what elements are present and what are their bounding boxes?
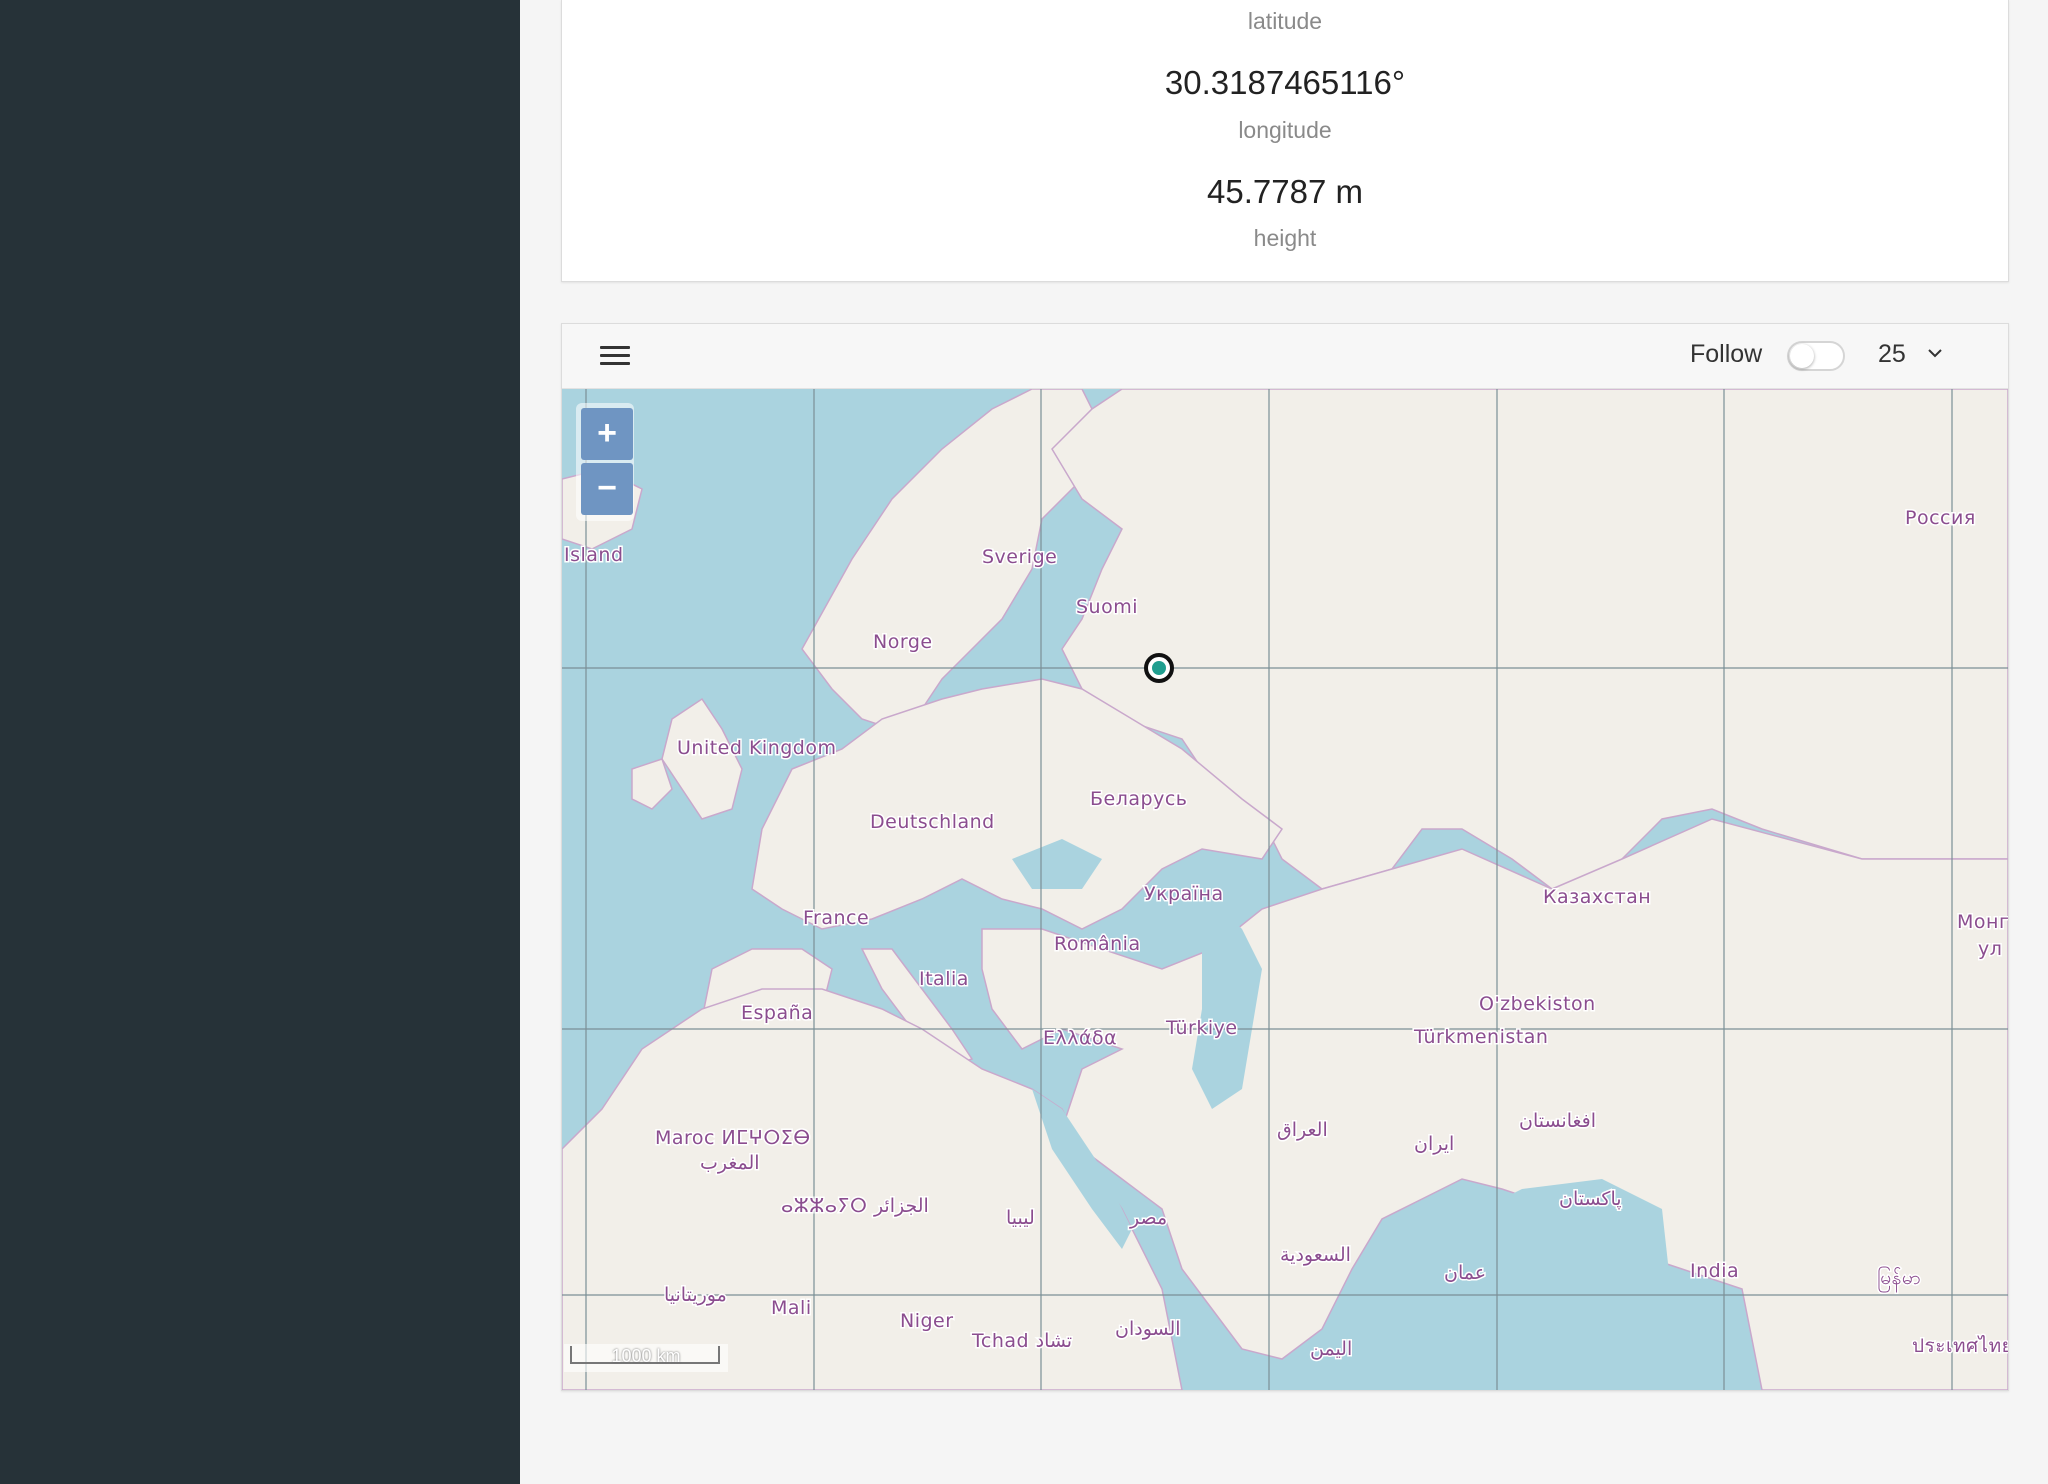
label-ukraina: Україна	[1144, 883, 1224, 905]
label-turkiye: Türkiye	[1165, 1017, 1238, 1039]
hamburger-menu-icon[interactable]	[600, 344, 632, 368]
zoom-out-button[interactable]: −	[581, 463, 633, 515]
label-uk: United Kingdom	[677, 737, 837, 759]
zoom-level-select[interactable]: 25	[1878, 338, 1958, 374]
scale-text: 1000 km	[611, 1346, 681, 1366]
height-label: height	[1253, 225, 1317, 251]
label-turkmenistan: Türkmenistan	[1413, 1026, 1548, 1048]
zoom-level-value: 25	[1878, 340, 1906, 368]
chevron-down-icon	[1928, 349, 1942, 358]
sidebar	[0, 0, 520, 1484]
label-mali: Mali	[771, 1297, 812, 1319]
label-yemen: اليمن	[1310, 1338, 1352, 1360]
label-mauritania: موريتانيا	[664, 1284, 727, 1306]
label-island: Island	[564, 544, 624, 566]
label-india: India	[1690, 1260, 1739, 1282]
label-egypt: مصر	[1129, 1207, 1167, 1229]
label-sverige: Sverige	[982, 546, 1057, 568]
label-suomi: Suomi	[1076, 596, 1138, 618]
label-mongolia: Монг	[1957, 911, 2008, 933]
latitude-label: latitude	[1247, 8, 1323, 34]
label-maghreb: المغرب	[700, 1152, 760, 1174]
map-tiles[interactable]: Island Sverige Suomi Norge Россия United…	[562, 389, 2008, 1390]
label-libya: ليبيا	[1006, 1207, 1035, 1229]
map-view[interactable]: Island Sverige Suomi Norge Россия United…	[562, 389, 2008, 1390]
label-romania: România	[1054, 933, 1141, 955]
label-algeria: ⴰⵣⵣⴰⵢⵔ الجزائر	[781, 1195, 929, 1217]
label-iraq: العراق	[1277, 1119, 1328, 1141]
label-iran: ایران	[1414, 1133, 1454, 1155]
label-italia: Italia	[919, 968, 969, 990]
label-ellada: Ελλάδα	[1043, 1027, 1117, 1049]
longitude-label: longitude	[1238, 117, 1332, 143]
label-espana: España	[741, 1002, 813, 1024]
label-kazakhstan: Казахстан	[1543, 886, 1651, 908]
scale-line: 1000 km	[564, 1344, 728, 1372]
label-mongolia-2: ул	[1978, 938, 2002, 960]
label-sudan: السودان	[1115, 1318, 1181, 1340]
zoom-in-button[interactable]: +	[581, 408, 633, 460]
follow-label: Follow	[1690, 340, 1763, 368]
label-rossiya: Россия	[1905, 507, 1976, 529]
label-uzbekistan: O'zbekiston	[1479, 993, 1596, 1015]
map-toolbar: Follow 25	[562, 324, 2008, 389]
label-deutschland: Deutschland	[870, 811, 995, 833]
label-thailand: ประเทศไทย	[1912, 1335, 2008, 1357]
main-content: latitude 30.3187465116° longitude 45.778…	[520, 0, 2048, 1484]
label-oman: عمان	[1444, 1262, 1486, 1284]
label-tchad: Tchad تشاد	[971, 1330, 1072, 1352]
label-maroc: Maroc ⵍⵎⵖⵔⵉⴱ	[655, 1127, 811, 1149]
label-belarus: Беларусь	[1090, 788, 1187, 810]
toggle-knob	[1790, 344, 1814, 368]
label-pakistan: پاکستان	[1559, 1188, 1622, 1210]
map-card: Follow 25 Island Sverige Suomi Norge Рос…	[561, 323, 2009, 1391]
label-niger: Niger	[900, 1310, 954, 1332]
label-norge: Norge	[873, 631, 933, 653]
label-france: France	[803, 907, 869, 929]
label-saudi: السعودية	[1280, 1244, 1351, 1266]
label-myanmar: မြန်မာ	[1877, 1265, 1921, 1293]
zoom-control: + −	[576, 403, 634, 521]
label-afghanistan: افغانستان	[1519, 1110, 1596, 1132]
coordinates-card: latitude 30.3187465116° longitude 45.778…	[561, 0, 2009, 282]
follow-toggle[interactable]	[1787, 341, 1845, 371]
position-marker-icon[interactable]	[1144, 653, 1174, 683]
longitude-value: 30.3187465116°	[1164, 64, 1406, 101]
height-value: 45.7787 m	[1207, 173, 1363, 210]
